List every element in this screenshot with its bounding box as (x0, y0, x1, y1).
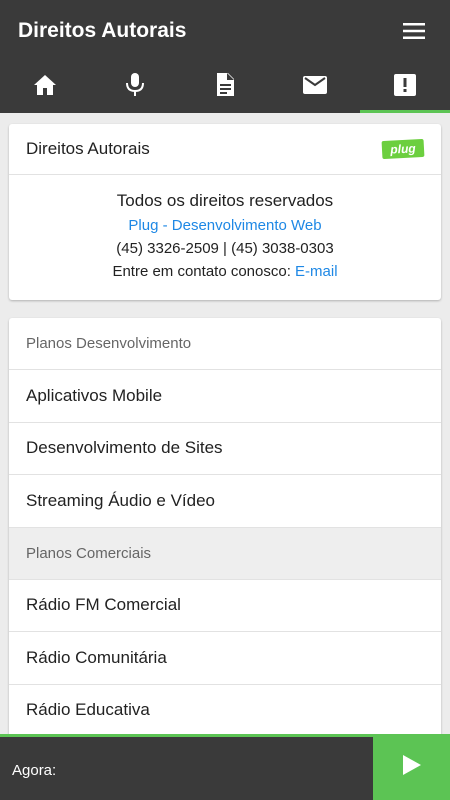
document-icon (215, 73, 235, 102)
now-playing-label: Agora: (12, 762, 57, 779)
copyright-card-body: Todos os direitos reservados Plug - Dese… (9, 175, 441, 286)
app-bar: Direitos Autorais (0, 0, 450, 62)
plans-card: Planos Desenvolvimento Aplicativos Mobil… (9, 318, 441, 734)
copyright-card-title: Direitos Autorais (26, 139, 150, 158)
list-item-fm-commercial[interactable]: Rádio FM Comercial (9, 580, 441, 632)
contact-line: Entre em contato conosco: E-mail (9, 263, 441, 286)
tab-home[interactable] (0, 62, 90, 113)
list-item-mobile-apps[interactable]: Aplicativos Mobile (9, 370, 441, 423)
home-icon (33, 74, 57, 101)
tab-documents[interactable] (180, 62, 270, 113)
list-item-community-radio[interactable]: Rádio Comunitária (9, 632, 441, 685)
contact-prefix: Entre em contato conosco: (112, 263, 291, 280)
play-icon (402, 754, 422, 781)
phones-text: (45) 3326-2509 | (45) 3038-0303 (116, 240, 334, 257)
rights-text: Todos os direitos reservados (116, 191, 334, 210)
section-header-development: Planos Desenvolvimento (9, 318, 441, 370)
content-area[interactable]: Direitos Autorais plug Todos os direitos… (0, 113, 450, 734)
page-title: Direitos Autorais (18, 19, 187, 42)
mic-icon (125, 73, 145, 102)
plug-logo: plug (381, 138, 425, 160)
tab-copyright[interactable] (360, 62, 450, 113)
tab-bar (0, 62, 450, 113)
mail-icon (303, 76, 327, 99)
tab-contact[interactable] (270, 62, 360, 113)
section-header-commercial: Planos Comerciais (9, 527, 441, 580)
player-bar: Agora: (0, 734, 450, 800)
play-button[interactable] (373, 734, 450, 800)
tab-radio[interactable] (90, 62, 180, 113)
company-link[interactable]: Plug - Desenvolvimento Web (9, 217, 441, 240)
copyright-card-header: Direitos Autorais plug (9, 124, 441, 175)
list-item-website-development[interactable]: Desenvolvimento de Sites (9, 423, 441, 475)
alert-icon (394, 74, 416, 101)
copyright-card: Direitos Autorais plug Todos os direitos… (9, 124, 441, 300)
menu-icon[interactable] (400, 17, 428, 45)
email-link[interactable]: E-mail (295, 263, 338, 280)
list-item-streaming[interactable]: Streaming Áudio e Vídeo (9, 475, 441, 528)
list-item-educational-radio[interactable]: Rádio Educativa (9, 685, 441, 735)
